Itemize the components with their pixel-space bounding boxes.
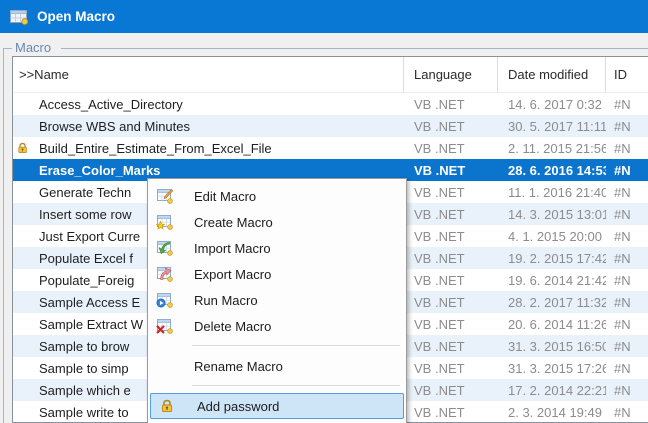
macro-language: VB .NET [404,251,498,266]
run-macro-icon [154,292,174,309]
menu-item-label: Rename Macro [194,359,283,374]
macro-id: #N [606,185,648,200]
macro-language: VB .NET [404,163,498,178]
column-header-id[interactable]: ID [606,57,648,92]
create-macro-icon [154,214,174,231]
macro-id: #N [606,317,648,332]
lock-icon [157,398,177,415]
menu-separator [148,419,406,423]
macro-date-modified: 17. 2. 2014 22:21 [498,383,606,398]
macro-name: Access_Active_Directory [13,97,404,112]
menu-item-edit-macro[interactable]: Edit Macro [148,183,406,209]
macro-date-modified: 31. 3. 2015 16:50 [498,339,606,354]
macro-date-modified: 11. 1. 2016 21:40 [498,185,606,200]
macro-id: #N [606,383,648,398]
macro-language: VB .NET [404,383,498,398]
menu-item-delete-macro[interactable]: Delete Macro [148,313,406,339]
macro-id: #N [606,295,648,310]
groupbox-label: Macro [12,40,61,55]
macro-language: VB .NET [404,317,498,332]
macro-id: #N [606,339,648,354]
macro-row[interactable]: Build_Entire_Estimate_From_Excel_FileVB … [13,137,648,159]
menu-item-create-macro[interactable]: Create Macro [148,209,406,235]
menu-item-run-macro[interactable]: Run Macro [148,287,406,313]
lock-icon [16,141,30,155]
list-header: >>NameLanguageDate modifiedID [13,57,648,93]
menu-separator [148,339,406,353]
menu-item-import-macro[interactable]: Import Macro [148,235,406,261]
menu-item-label: Export Macro [194,267,271,282]
macro-id: #N [606,361,648,376]
open-macro-dialog: Open Macro Macro >>NameLanguageDate modi… [0,0,648,423]
macro-date-modified: 28. 6. 2016 14:53 [498,163,606,178]
macro-date-modified: 20. 6. 2014 11:26 [498,317,606,332]
menu-item-export-macro[interactable]: Export Macro [148,261,406,287]
macro-language: VB .NET [404,97,498,112]
context-menu: Edit Macro Create Macro Import Macro Export… [147,178,407,423]
macro-row[interactable]: Access_Active_DirectoryVB .NET14. 6. 201… [13,93,648,115]
macro-language: VB .NET [404,185,498,200]
menu-item-label: Create Macro [194,215,273,230]
macro-date-modified: 19. 6. 2014 21:42 [498,273,606,288]
column-header-name[interactable]: >>Name [13,57,404,92]
macro-name: Browse WBS and Minutes [13,119,404,134]
delete-macro-icon [154,318,174,335]
macro-language: VB .NET [404,361,498,376]
macro-id: #N [606,97,648,112]
macro-id: #N [606,273,648,288]
macro-id: #N [606,163,648,178]
macro-language: VB .NET [404,273,498,288]
macro-language: VB .NET [404,295,498,310]
macro-date-modified: 28. 2. 2017 11:32 [498,295,606,310]
titlebar[interactable]: Open Macro [0,0,648,33]
macro-language: VB .NET [404,141,498,156]
export-macro-icon [154,266,174,283]
column-header-language[interactable]: Language [404,57,498,92]
menu-item-rename-macro[interactable]: Rename Macro [148,353,406,379]
macro-id: #N [606,141,648,156]
macro-date-modified: 2. 11. 2015 21:56 [498,141,606,156]
macro-language: VB .NET [404,207,498,222]
column-header-date-modified[interactable]: Date modified [498,57,606,92]
menu-item-label: Delete Macro [194,319,271,334]
menu-item-label: Import Macro [194,241,271,256]
menu-item-label: Run Macro [194,293,258,308]
menu-separator [148,379,406,393]
import-macro-icon [154,240,174,257]
macro-id: #N [606,251,648,266]
macro-date-modified: 14. 6. 2017 0:32 [498,97,606,112]
open-macro-app-icon [10,9,29,25]
macro-language: VB .NET [404,119,498,134]
macro-id: #N [606,207,648,222]
macro-name: Erase_Color_Marks [13,163,404,178]
macro-id: #N [606,229,648,244]
macro-language: VB .NET [404,339,498,354]
macro-date-modified: 2. 3. 2014 19:49 [498,405,606,420]
macro-language: VB .NET [404,229,498,244]
macro-date-modified: 19. 2. 2015 17:42 [498,251,606,266]
window-title: Open Macro [37,9,115,24]
menu-item-add-password[interactable]: Add password [150,393,404,419]
macro-date-modified: 4. 1. 2015 20:00 [498,229,606,244]
menu-item-label: Add password [197,399,279,414]
macro-language: VB .NET [404,405,498,420]
macro-name: Build_Entire_Estimate_From_Excel_File [13,141,404,156]
macro-date-modified: 14. 3. 2015 13:01 [498,207,606,222]
macro-date-modified: 31. 3. 2015 17:26 [498,361,606,376]
macro-id: #N [606,405,648,420]
menu-item-label: Edit Macro [194,189,256,204]
macro-id: #N [606,119,648,134]
macro-row[interactable]: Browse WBS and MinutesVB .NET30. 5. 2017… [13,115,648,137]
macro-date-modified: 30. 5. 2017 11:11 [498,119,606,134]
edit-macro-icon [154,188,174,205]
